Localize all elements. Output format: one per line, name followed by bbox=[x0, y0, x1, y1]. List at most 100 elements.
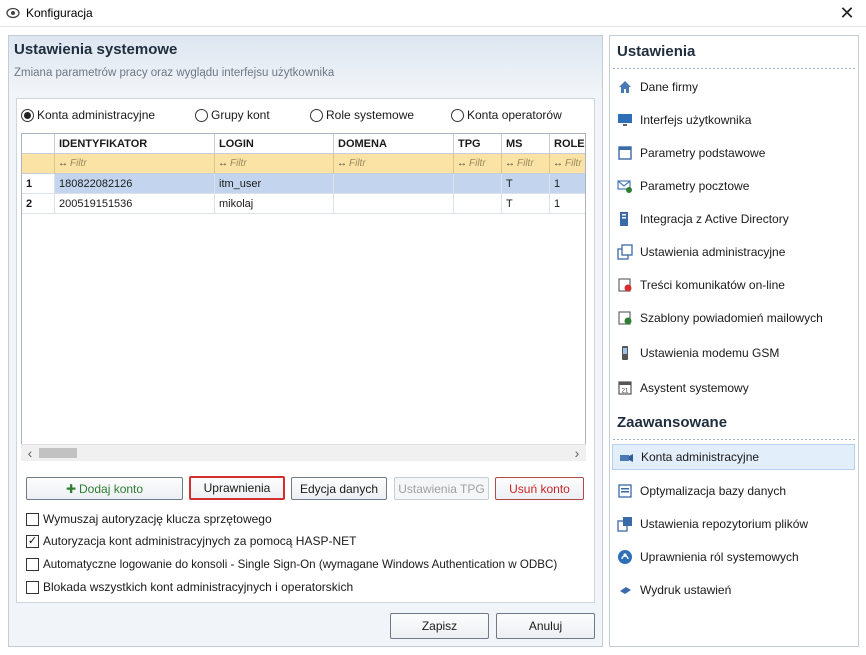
sidebar-item-role-permissions[interactable]: Uprawnienia ról systemowych bbox=[612, 544, 855, 570]
sidebar-item-label: Parametry pocztowe bbox=[640, 179, 750, 193]
radio-admin-accounts[interactable]: Konta administracyjne bbox=[21, 107, 155, 123]
scroll-left-icon[interactable]: ‹ bbox=[23, 446, 37, 460]
mail-settings-icon bbox=[616, 178, 633, 195]
svg-text:21: 21 bbox=[621, 389, 628, 395]
sidebar-item-mail-templates[interactable]: Szablony powiadomień mailowych bbox=[612, 305, 855, 331]
radio-system-roles[interactable]: Role systemowe bbox=[310, 107, 414, 123]
horizontal-scrollbar[interactable]: ‹ › bbox=[21, 444, 586, 461]
filter-ms[interactable]: ↔ Filtr bbox=[502, 154, 550, 174]
sidebar-item-db-optimization[interactable]: Optymalizacja bazy danych bbox=[612, 478, 855, 504]
column-header-identyfikator[interactable]: IDENTYFIKATOR bbox=[55, 134, 215, 154]
filter-role[interactable]: ↔ Filtr bbox=[550, 154, 585, 174]
sidebar-item-label: Wydruk ustawień bbox=[640, 583, 732, 597]
sidebar-item-label: Ustawienia repozytorium plików bbox=[640, 517, 809, 531]
column-header-login[interactable]: LOGIN bbox=[215, 134, 334, 154]
checkbox-box bbox=[26, 580, 39, 594]
cell-identyfikator[interactable]: 200519151536 bbox=[55, 194, 215, 214]
phone-icon bbox=[616, 345, 633, 362]
sidebar-item-label: Ustawienia administracyjne bbox=[640, 245, 786, 259]
sidebar-item-label: Uprawnienia ról systemowych bbox=[640, 550, 799, 564]
tpg-settings-button[interactable]: Ustawienia TPG bbox=[394, 477, 489, 500]
sidebar-item-label: Dane firmy bbox=[640, 80, 699, 94]
sidebar-item-basic-params[interactable]: Parametry podstawowe bbox=[612, 140, 855, 166]
cell-role[interactable]: 1 bbox=[550, 174, 585, 194]
sidebar-item-gsm-modem[interactable]: Ustawienia modemu GSM bbox=[612, 340, 855, 366]
column-header-domena[interactable]: DOMENA bbox=[334, 134, 454, 154]
filter-placeholder: Filtr bbox=[565, 158, 582, 169]
cell-domena[interactable] bbox=[334, 174, 454, 194]
filter-row-indicator bbox=[22, 154, 55, 174]
cell-tpg[interactable] bbox=[454, 194, 502, 214]
sidebar-item-mail-params[interactable]: Parametry pocztowe bbox=[612, 173, 855, 199]
filter-icon: ↔ bbox=[553, 158, 563, 169]
sidebar-item-online-messages[interactable]: Treści komunikatów on-line bbox=[612, 272, 855, 298]
radio-label: Konta administracyjne bbox=[37, 108, 156, 122]
checkbox-box: ✓ bbox=[26, 534, 39, 548]
page-title: Ustawienia systemowe bbox=[14, 41, 178, 58]
add-account-button[interactable]: ✚ Dodaj konto bbox=[26, 477, 183, 500]
row-number[interactable]: 2 bbox=[22, 194, 55, 214]
row-number[interactable]: 1 bbox=[22, 174, 55, 194]
settings-section-title: Ustawienia bbox=[617, 43, 696, 60]
cell-ms[interactable]: T bbox=[502, 194, 550, 214]
filter-identyfikator[interactable]: ↔ Filtr bbox=[55, 154, 215, 174]
title-bar bbox=[0, 0, 866, 27]
radio-circle bbox=[195, 108, 208, 122]
permissions-button[interactable]: Uprawnienia bbox=[189, 476, 285, 500]
sidebar-item-label: Optymalizacja bazy danych bbox=[640, 484, 787, 498]
cell-login[interactable]: itm_user bbox=[215, 174, 334, 194]
checkbox-box bbox=[26, 557, 39, 571]
cell-tpg[interactable] bbox=[454, 174, 502, 194]
filter-icon: ↔ bbox=[337, 158, 347, 169]
delete-account-button[interactable]: Usuń konto bbox=[495, 477, 584, 500]
filter-placeholder: Filtr bbox=[469, 158, 486, 169]
sidebar-item-file-repository[interactable]: Ustawienia repozytorium plików bbox=[612, 511, 855, 537]
window-title: Konfiguracja bbox=[26, 6, 93, 20]
column-header-tpg[interactable]: TPG bbox=[454, 134, 502, 154]
sidebar-item-label: Asystent systemowy bbox=[640, 381, 749, 395]
filter-tpg[interactable]: ↔ Filtr bbox=[454, 154, 502, 174]
sidebar-item-active-directory[interactable]: Integracja z Active Directory bbox=[612, 206, 855, 232]
radio-label: Role systemowe bbox=[326, 108, 415, 122]
cell-identyfikator[interactable]: 180822082126 bbox=[55, 174, 215, 194]
sidebar-item-admin-accounts[interactable]: Konta administracyjne bbox=[612, 444, 855, 470]
cell-domena[interactable] bbox=[334, 194, 454, 214]
cell-login[interactable]: mikolaj bbox=[215, 194, 334, 214]
checkbox-box bbox=[26, 512, 39, 526]
filter-placeholder: Filtr bbox=[517, 158, 534, 169]
radio-label: Grupy kont bbox=[211, 108, 270, 122]
sidebar-item-user-interface[interactable]: Interfejs użytkownika bbox=[612, 107, 855, 133]
filter-icon: ↔ bbox=[218, 158, 228, 169]
sidebar-item-admin-settings[interactable]: Ustawienia administracyjne bbox=[612, 239, 855, 265]
repository-icon bbox=[616, 516, 633, 533]
radio-circle bbox=[21, 108, 34, 122]
radio-account-groups[interactable]: Grupy kont bbox=[195, 107, 270, 123]
filter-login[interactable]: ↔ Filtr bbox=[215, 154, 334, 174]
cell-ms[interactable]: T bbox=[502, 174, 550, 194]
scroll-thumb[interactable] bbox=[39, 448, 77, 458]
checkbox-label: Wymuszaj autoryzację klucza sprzętowego bbox=[43, 512, 272, 526]
lock-accounts-checkbox[interactable]: Blokada wszystkich kont administracyjnyc… bbox=[26, 579, 353, 595]
sidebar-item-label: Interfejs użytkownika bbox=[640, 113, 752, 127]
checkbox-label: Automatyczne logowanie do konsoli - Sing… bbox=[43, 557, 558, 571]
sidebar-item-system-assistant[interactable]: 21 Asystent systemowy bbox=[612, 375, 855, 401]
filter-domena[interactable]: ↔ Filtr bbox=[334, 154, 454, 174]
scroll-right-icon[interactable]: › bbox=[570, 446, 584, 460]
hardware-key-checkbox[interactable]: Wymuszaj autoryzację klucza sprzętowego bbox=[26, 511, 272, 527]
sidebar-item-print-settings[interactable]: Wydruk ustawień bbox=[612, 577, 855, 603]
column-header-ms[interactable]: MS bbox=[502, 134, 550, 154]
column-header-role[interactable]: ROLE bbox=[550, 134, 585, 154]
hasp-net-checkbox[interactable]: ✓ Autoryzacja kont administracyjnych za … bbox=[26, 533, 356, 549]
cell-role[interactable]: 1 bbox=[550, 194, 585, 214]
mail-template-icon bbox=[616, 310, 633, 327]
cancel-button[interactable]: Anuluj bbox=[496, 613, 595, 639]
close-icon[interactable]: ✕ bbox=[832, 1, 862, 25]
sidebar-item-label: Integracja z Active Directory bbox=[640, 212, 789, 226]
filter-icon: ↔ bbox=[58, 158, 68, 169]
sidebar-item-company-data[interactable]: Dane firmy bbox=[612, 74, 855, 100]
radio-operator-accounts[interactable]: Konta operatorów bbox=[451, 107, 562, 123]
sso-checkbox[interactable]: Automatyczne logowanie do konsoli - Sing… bbox=[26, 556, 557, 572]
app-icon bbox=[6, 6, 20, 20]
save-button[interactable]: Zapisz bbox=[390, 613, 489, 639]
edit-data-button[interactable]: Edycja danych bbox=[291, 477, 387, 500]
